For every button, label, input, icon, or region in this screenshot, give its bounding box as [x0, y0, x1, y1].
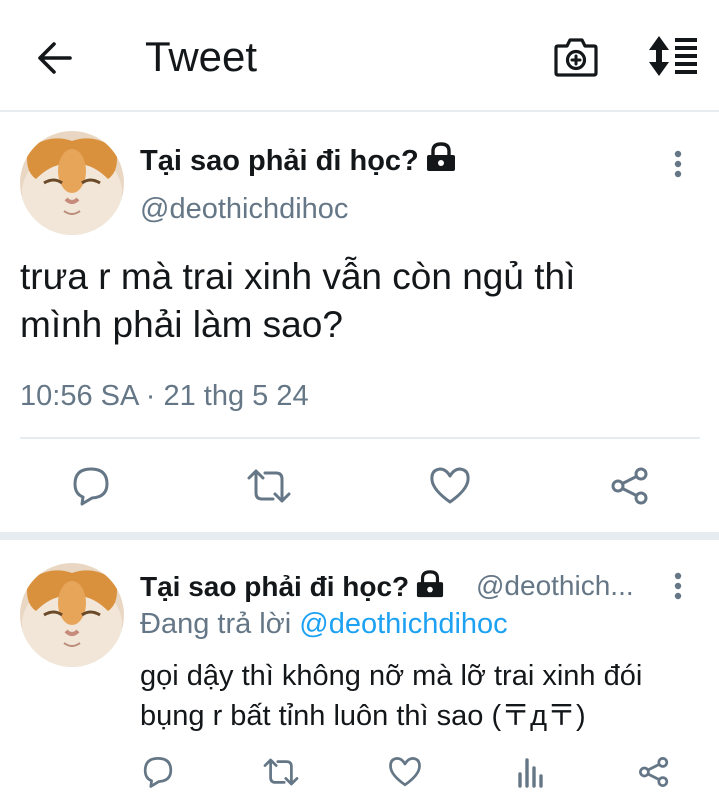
sort-list-icon — [649, 36, 697, 76]
replying-to-link[interactable]: @deothichdihoc — [299, 608, 507, 640]
reply-text: gọi dậy thì không nỡ mà lỡ trai xinh đói… — [140, 660, 643, 732]
author-name[interactable]: Tại sao phải đi học? — [140, 142, 457, 178]
heart-icon — [430, 467, 470, 504]
camera-button[interactable] — [553, 36, 599, 78]
author-handle[interactable]: @deothichdihoc — [140, 193, 348, 226]
reply-icon — [73, 467, 109, 506]
reply-retweet-button[interactable] — [262, 756, 300, 793]
reply-avatar[interactable] — [20, 563, 124, 667]
analytics-icon — [518, 758, 543, 788]
more-vertical-icon — [674, 150, 682, 178]
heart-icon — [389, 757, 421, 787]
share-icon — [639, 757, 669, 787]
reply-author-name[interactable]: Tại sao phải đi học? — [140, 570, 445, 603]
reply-analytics-button[interactable] — [517, 756, 545, 793]
reply-icon — [143, 757, 173, 788]
back-button[interactable] — [36, 38, 76, 78]
more-options-button[interactable] — [672, 149, 684, 179]
share-icon — [611, 467, 648, 505]
tweet-text: trưa r mà trai xinh vẫn còn ngủ thì mình… — [20, 256, 576, 345]
divider — [20, 437, 700, 439]
retweet-icon — [247, 469, 291, 503]
page-title: Tweet — [145, 33, 258, 80]
retweet-button[interactable] — [246, 466, 292, 511]
avatar[interactable] — [20, 131, 124, 235]
replying-to: Đang trả lời @deothichdihoc — [140, 608, 508, 640]
retweet-icon — [263, 758, 299, 786]
reply-button[interactable] — [71, 466, 111, 511]
lock-icon — [426, 142, 455, 171]
tweet-timestamp[interactable]: 10:56 SA · 21 thg 5 24 — [20, 380, 309, 413]
reply-like-button[interactable] — [388, 756, 422, 793]
lock-icon — [417, 570, 444, 598]
share-button[interactable] — [610, 466, 650, 511]
reply-reply-button[interactable] — [142, 756, 174, 793]
more-vertical-icon — [674, 572, 682, 600]
reply-author-handle[interactable]: @deothich... — [476, 570, 634, 602]
reply-more-options-button[interactable] — [672, 571, 684, 601]
sort-button[interactable] — [645, 34, 699, 78]
section-gap — [0, 532, 719, 540]
arrow-left-icon — [38, 42, 72, 74]
reply-share-button[interactable] — [638, 756, 670, 793]
top-bar: Tweet — [0, 0, 719, 112]
like-button[interactable] — [429, 466, 471, 511]
camera-add-icon — [554, 38, 598, 77]
